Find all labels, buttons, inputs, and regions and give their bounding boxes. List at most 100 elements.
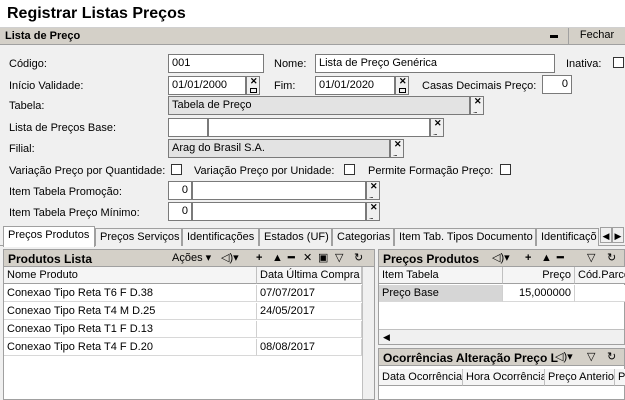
precos-produtos-pane: Preços Produtos ◁)▾ + ▲ ━ ▽ ↻ Item Tabel… [378,249,625,345]
codigo-label: Código: [9,58,47,70]
ocorrencias-header: Ocorrências Alteração Preço L ◁)▾ ▽ ↻ [379,349,624,366]
filial-label: Filial: [9,143,35,155]
precos-produtos-title: Preços Produtos [383,252,480,266]
remove-icon[interactable]: ━ [557,251,564,265]
precos-produtos-header: Preços Produtos ◁)▾ + ▲ ━ ▽ ↻ [379,250,624,267]
tab-scroll-right-icon[interactable]: ▶ [612,227,624,243]
col-data-ocorrencia[interactable]: Data Ocorrência [379,369,463,386]
table-row-cell[interactable]: Preço Base [379,285,503,302]
casas-field[interactable]: 0 [542,75,572,94]
table-row-cell[interactable]: Conexao Tipo Reta T4 F D.20 [4,339,257,356]
col-nome-produto[interactable]: Nome Produto [4,267,257,284]
filter-icon[interactable]: ▽ [587,251,595,265]
lista-base-code-field[interactable] [168,118,208,137]
sound-icon[interactable]: ◁)▾ [492,251,510,265]
table-row-cell[interactable] [575,285,625,302]
var-un-label: Variação Preço por Unidade: [194,165,335,177]
move-up-icon[interactable]: ▲ [272,251,283,265]
codigo-field[interactable]: 001 [168,54,264,73]
refresh-icon[interactable]: ↻ [354,251,363,265]
lookup-icon[interactable]: ✕... [366,181,380,200]
minimize-icon[interactable] [548,28,560,44]
produtos-lista-title: Produtos Lista [8,252,93,266]
produtos-lista-pane: Produtos Lista Ações ▾ ◁)▾ + ▲ ━ ✕ ▣ ▽ ↻… [3,249,375,400]
close-button[interactable]: Fechar [568,28,625,44]
refresh-icon[interactable]: ↻ [607,350,616,364]
table-row-cell[interactable]: 24/05/2017 [257,303,362,320]
tab-scroll-left-icon[interactable]: ◀ [600,227,612,243]
table-row-cell[interactable]: Conexao Tipo Reta T6 F D.38 [4,285,257,302]
inicio-label: Início Validade: [9,80,84,92]
sound-icon[interactable]: ◁)▾ [221,251,239,265]
tab-precos-produtos[interactable]: Preços Produtos [3,226,95,247]
inativa-checkbox[interactable] [613,57,624,68]
fim-field[interactable]: 01/01/2020 [315,76,395,95]
clear-icon[interactable]: ✕ [303,251,312,265]
promo-name-field[interactable] [192,181,366,200]
permite-checkbox[interactable] [500,164,511,175]
filial-field[interactable]: Arag do Brasil S.A. [168,139,390,158]
col-preco[interactable]: Preço [503,267,575,284]
tab-item-tab-tipos-documento[interactable]: Item Tab. Tipos Documento [394,228,536,246]
produtos-lista-header: Produtos Lista Ações ▾ ◁)▾ + ▲ ━ ✕ ▣ ▽ ↻ [4,250,374,267]
tab-identificacoes[interactable]: Identificações [182,228,259,246]
scroll-left-icon[interactable]: ◀ [383,330,390,344]
calendar-icon[interactable]: ✕ [395,76,409,95]
table-row-cell[interactable]: Conexao Tipo Reta T4 M D.25 [4,303,257,320]
minimo-label: Item Tabela Preço Mínimo: [9,207,140,219]
table-row-cell[interactable]: 08/08/2017 [257,339,362,356]
var-qtd-label: Variação Preço por Quantidade: [9,165,166,177]
var-qtd-checkbox[interactable] [171,164,182,175]
col-preco-anterior[interactable]: Preço Anterior [545,369,615,386]
fim-label: Fim: [274,80,296,92]
lookup-icon[interactable]: ✕... [390,139,404,158]
col-item-tabela[interactable]: Item Tabela [379,267,503,284]
move-up-icon[interactable]: ▲ [541,251,552,265]
window-titlebar: Registrar Listas Preços [0,0,625,28]
ocorrencias-pane: Ocorrências Alteração Preço L ◁)▾ ▽ ↻ Da… [378,348,625,400]
tab-precos-servicos[interactable]: Preços Serviços [95,228,182,246]
acoes-menu[interactable]: Ações ▾ [172,251,211,265]
tab-strip: Preços Produtos Preços Serviços Identifi… [0,226,625,247]
lookup-icon[interactable]: ✕... [470,96,484,115]
export-icon[interactable]: ▣ [318,251,328,265]
sound-icon[interactable]: ◁)▾ [555,350,573,364]
col-hora-ocorrencia[interactable]: Hora Ocorrência [463,369,545,386]
var-un-checkbox[interactable] [344,164,355,175]
panel-header: Lista de Preço Fechar [0,28,625,45]
table-row-cell[interactable]: Conexao Tipo Reta T1 F D.13 [4,321,257,338]
vertical-scrollbar[interactable] [362,267,374,399]
filter-icon[interactable]: ▽ [587,350,595,364]
lookup-icon[interactable]: ✕... [430,118,444,137]
table-row-cell[interactable] [257,321,362,338]
tab-identificacoes-2[interactable]: Identificaçõ [536,228,599,246]
ocorrencias-title: Ocorrências Alteração Preço L [383,351,558,365]
tabela-field[interactable]: Tabela de Preço [168,96,470,115]
inativa-label: Inativa: [566,58,602,70]
remove-icon[interactable]: ━ [288,251,295,265]
nome-field[interactable]: Lista de Preço Genérica [315,54,555,73]
refresh-icon[interactable]: ↻ [607,251,616,265]
lookup-icon[interactable]: ✕... [366,202,380,221]
minimo-name-field[interactable] [192,202,366,221]
lista-base-label: Lista de Preços Base: [9,122,117,134]
col-p[interactable]: P [615,369,625,386]
tabela-label: Tabela: [9,100,45,112]
minimo-code-field[interactable]: 0 [168,202,192,221]
table-row-cell[interactable]: 07/07/2017 [257,285,362,302]
add-icon[interactable]: + [525,251,531,265]
calendar-icon[interactable]: ✕ [246,76,260,95]
filter-icon[interactable]: ▽ [335,251,343,265]
tab-categorias[interactable]: Categorias [332,228,394,246]
col-cod-parce[interactable]: Cód.Parce [575,267,625,284]
permite-label: Permite Formação Preço: [368,165,494,177]
horizontal-scrollbar[interactable]: ◀ [379,329,624,344]
add-icon[interactable]: + [256,251,262,265]
col-data-ultima-compra[interactable]: Data Última Compra [257,267,362,284]
tab-estados[interactable]: Estados (UF) [259,228,332,246]
lista-base-name-field[interactable] [208,118,430,137]
promo-code-field[interactable]: 0 [168,181,192,200]
table-row-cell[interactable]: 15,000000 [503,285,575,302]
inicio-field[interactable]: 01/01/2000 [168,76,246,95]
nome-label: Nome: [274,58,307,70]
